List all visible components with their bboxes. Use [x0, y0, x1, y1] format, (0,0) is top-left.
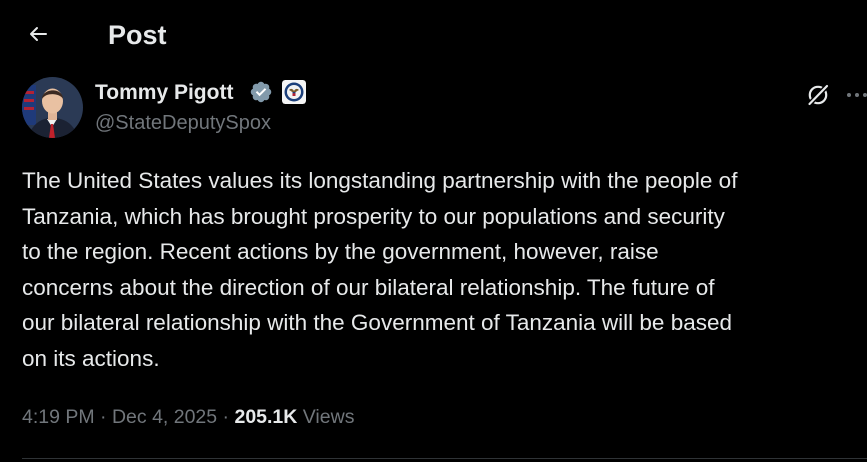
post-time[interactable]: 4:19 PM	[22, 406, 95, 428]
divider	[22, 458, 867, 459]
author-name[interactable]: Tommy Pigott	[95, 80, 233, 106]
post-text: The United States values its longstandin…	[22, 168, 738, 371]
meta-separator: ·	[217, 406, 235, 428]
meta-separator: ·	[94, 406, 112, 428]
grok-icon	[807, 83, 830, 107]
seal-graphic	[282, 80, 306, 104]
more-horizontal-icon	[847, 93, 867, 97]
post-meta: 4:19 PM · Dec 4, 2025 · 205.1K Views	[22, 404, 354, 430]
back-button[interactable]	[18, 14, 58, 54]
verified-badge-icon[interactable]	[249, 80, 273, 104]
grok-button[interactable]	[801, 78, 835, 112]
us-state-department-seal-icon[interactable]	[282, 80, 306, 104]
post-date[interactable]: Dec 4, 2025	[112, 406, 217, 428]
post-page: Post Tommy Pigott @StateDeputySpox The U…	[0, 0, 867, 462]
views-count: 205.1K	[234, 406, 298, 428]
views-label: Views	[297, 406, 355, 428]
more-options-button[interactable]	[844, 78, 867, 112]
page-title: Post	[108, 20, 167, 50]
avatar[interactable]	[22, 77, 83, 138]
author-handle[interactable]: @StateDeputySpox	[95, 111, 271, 135]
profile-photo	[22, 77, 83, 138]
page-header: Post	[0, 0, 867, 70]
arrow-left-icon	[30, 27, 47, 41]
